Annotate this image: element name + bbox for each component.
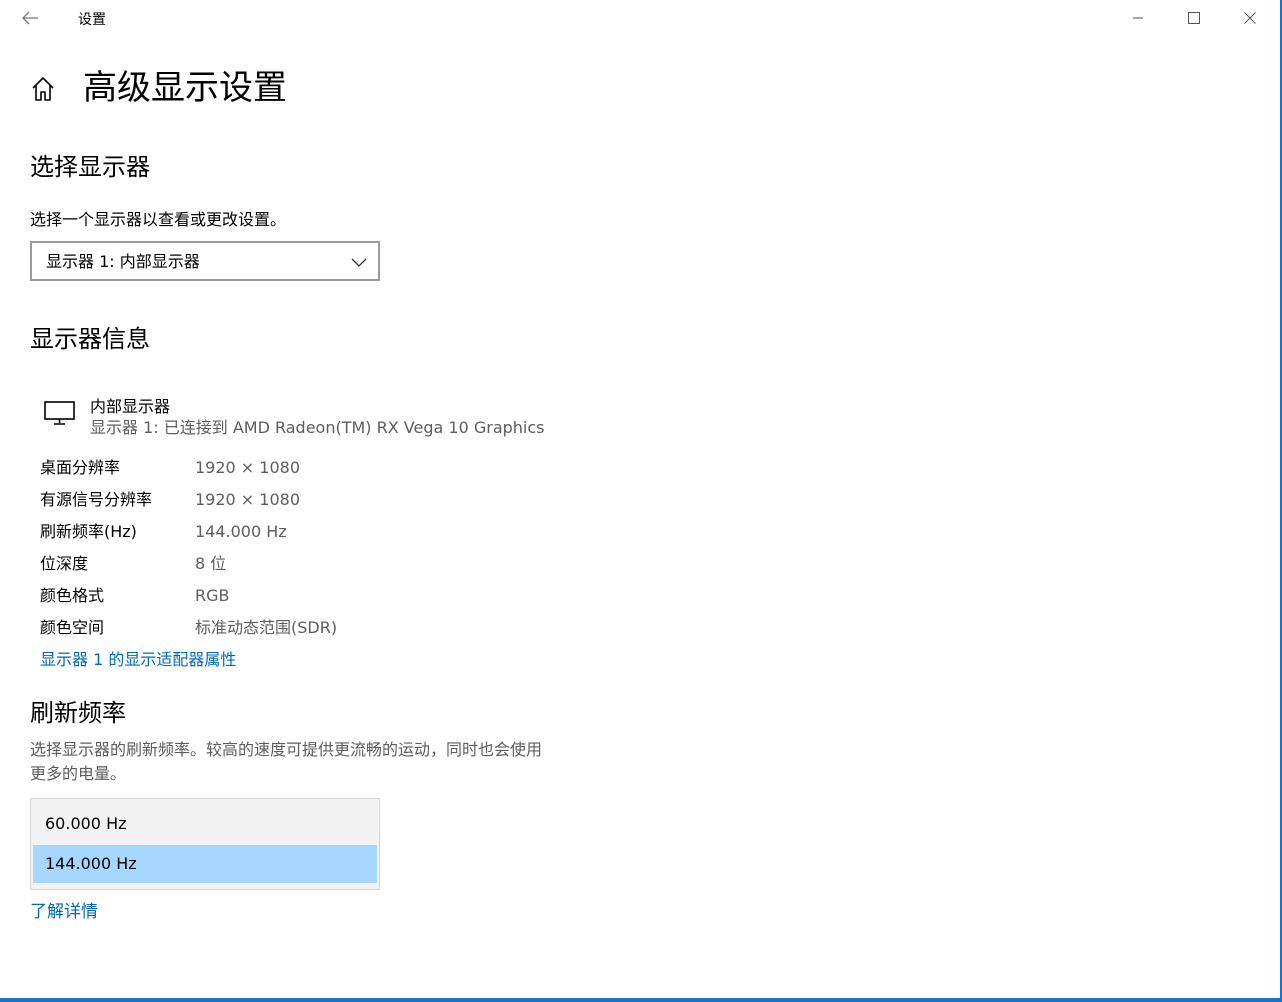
display-dropdown[interactable]: 显示器 1: 内部显示器 [30, 241, 380, 281]
info-value: 1920 × 1080 [195, 490, 301, 509]
info-label: 有源信号分辨率 [40, 490, 153, 509]
info-label: 刷新频率(Hz) [40, 522, 137, 541]
info-label: 颜色空间 [40, 618, 105, 637]
refresh-rate-description-line1: 选择显示器的刷新频率。较高的速度可提供更流畅的运动，同时也会使用 [30, 740, 543, 759]
window-title: 设置 [78, 12, 106, 28]
info-value: RGB [195, 586, 230, 605]
refresh-rate-description-line2: 更多的电量。 [30, 764, 127, 783]
maximize-button[interactable] [1166, 0, 1222, 36]
close-button[interactable] [1222, 0, 1278, 36]
back-button[interactable] [12, 2, 48, 34]
monitor-icon [44, 401, 75, 425]
display-info-heading: 显示器信息 [30, 325, 150, 353]
monitor-detail: 显示器 1: 已连接到 AMD Radeon(TM) RX Vega 10 Gr… [90, 418, 545, 437]
close-icon [1244, 12, 1256, 24]
back-arrow-icon [22, 11, 38, 25]
learn-more-link[interactable]: 了解详情 [30, 900, 98, 924]
maximize-icon [1188, 12, 1200, 24]
settings-window: 设置 高级显示设置 选择显示器 选择一个显示器以查看或更改设置。 显示器 1: … [0, 0, 1282, 1002]
display-dropdown-value: 显示器 1: 内部显示器 [46, 252, 200, 271]
info-label: 位深度 [40, 554, 89, 573]
info-label: 颜色格式 [40, 586, 105, 605]
select-display-description: 选择一个显示器以查看或更改设置。 [30, 210, 287, 229]
display-adapter-properties-link[interactable]: 显示器 1 的显示适配器属性 [40, 648, 236, 672]
home-button[interactable] [28, 74, 58, 104]
select-display-heading: 选择显示器 [30, 153, 150, 181]
refresh-rate-option-144[interactable]: 144.000 Hz [33, 845, 377, 883]
home-icon [32, 77, 54, 101]
info-value: 144.000 Hz [195, 522, 287, 541]
info-value: 1920 × 1080 [195, 458, 301, 477]
refresh-rate-list: 60.000 Hz 144.000 Hz [30, 798, 380, 890]
info-value: 8 位 [195, 554, 227, 573]
chevron-down-icon [351, 258, 367, 267]
title-bar: 设置 [0, 0, 1280, 36]
minimize-icon [1133, 17, 1143, 19]
info-label: 桌面分辨率 [40, 458, 121, 477]
refresh-rate-heading: 刷新频率 [30, 699, 126, 727]
page-title: 高级显示设置 [83, 68, 287, 108]
info-value: 标准动态范围(SDR) [195, 618, 338, 637]
refresh-rate-option-60[interactable]: 60.000 Hz [33, 805, 377, 843]
minimize-button[interactable] [1110, 0, 1166, 36]
